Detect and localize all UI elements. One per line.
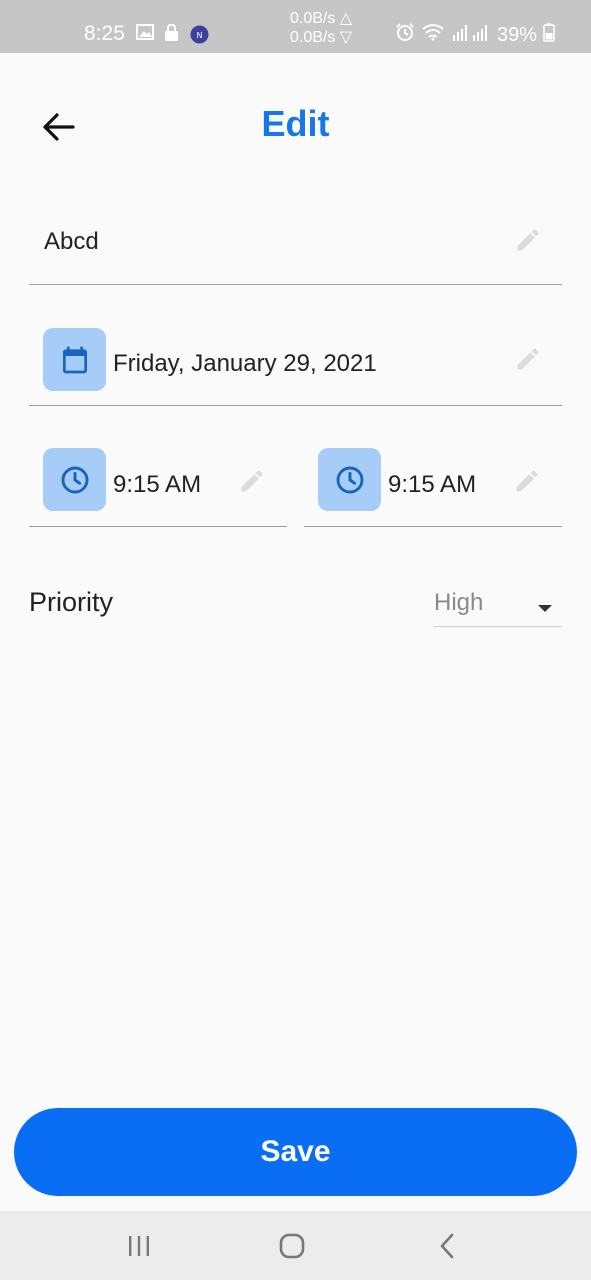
save-button[interactable]: Save [14,1108,577,1196]
app-notification-icon: N [190,25,209,49]
date-picker-button[interactable] [43,328,106,391]
net-up-speed: 0.0B/s △ [290,10,353,27]
battery-icon [543,22,555,48]
battery-percent: 39% [496,23,537,46]
home-button[interactable] [272,1229,312,1263]
pencil-icon[interactable] [511,465,543,497]
end-time-picker-button[interactable] [318,448,381,511]
start-time-field[interactable]: 9:15 AM [29,441,287,527]
calendar-icon [62,346,87,373]
app-bar: Edit [0,53,591,198]
gallery-icon [136,24,154,45]
recent-apps-button[interactable] [119,1229,159,1263]
wifi-icon [421,23,445,47]
home-icon [279,1233,305,1259]
clock-icon [336,466,363,493]
pencil-icon[interactable] [236,465,268,497]
svg-text:N: N [197,31,203,40]
alarm-icon [395,22,415,48]
page-title: Edit [261,103,330,144]
status-right: 39% [395,22,555,48]
pencil-icon[interactable] [512,343,544,375]
clock-icon [61,466,88,493]
end-time-value: 9:15 AM [388,471,477,498]
system-nav-bar [0,1211,591,1280]
date-field[interactable]: Friday, January 29, 2021 [29,320,562,406]
nav-back-button[interactable] [427,1229,467,1263]
start-time-picker-button[interactable] [43,448,106,511]
priority-dropdown[interactable]: High [434,584,562,627]
network-speed: 0.0B/s △ 0.0B/s ▽ [290,9,352,47]
end-time-field[interactable]: 9:15 AM [304,441,562,527]
date-value: Friday, January 29, 2021 [113,350,377,377]
status-bar: 8:25 N 0.0B/s △ 0.0B/s ▽ 39% [0,0,591,53]
priority-value: High [434,589,484,616]
pencil-icon[interactable] [512,224,544,256]
status-time: 8:25 [84,22,125,45]
signal-icon [451,23,491,47]
title-field[interactable]: Abcd [29,205,562,285]
start-time-value: 9:15 AM [113,471,202,498]
recent-apps-icon [129,1236,149,1256]
chevron-left-icon [440,1233,454,1259]
caret-down-icon [538,600,552,618]
net-down-speed: 0.0B/s ▽ [290,29,353,46]
lock-icon [164,23,179,46]
title-value: Abcd [44,228,99,255]
priority-label: Priority [29,587,114,617]
